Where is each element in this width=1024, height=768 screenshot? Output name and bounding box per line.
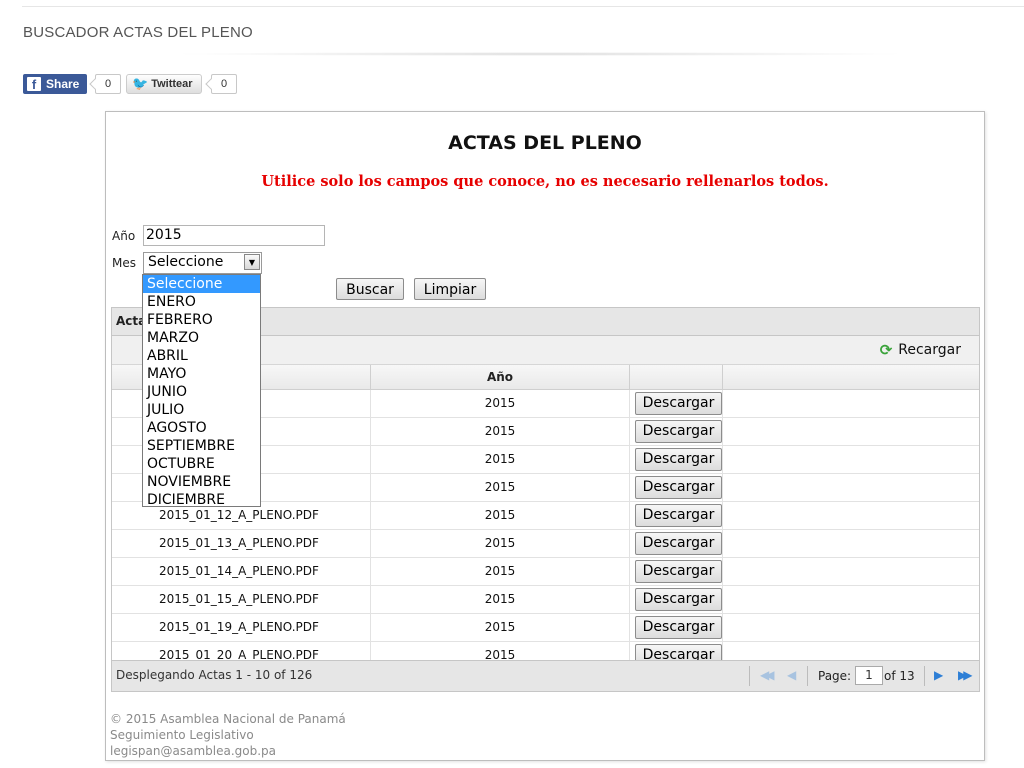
form-title: ACTAS DEL PLENO: [448, 132, 642, 154]
download-button[interactable]: Descargar: [635, 420, 722, 443]
facebook-share-count: 0: [95, 74, 121, 94]
refresh-icon: ⟳: [879, 341, 893, 359]
download-button[interactable]: Descargar: [635, 448, 722, 471]
next-page-icon[interactable]: ▶: [934, 668, 943, 682]
cell-year: 2015: [371, 418, 630, 445]
cell-download: Descargar: [630, 502, 723, 529]
cell-year: 2015: [371, 614, 630, 641]
clear-button[interactable]: Limpiar: [414, 278, 486, 300]
month-option[interactable]: OCTUBRE: [143, 455, 260, 473]
month-option[interactable]: SEPTIEMBRE: [143, 437, 260, 455]
cell-file-name: 2015_01_13_A_PLENO.PDF: [112, 530, 371, 557]
facebook-icon: f: [27, 77, 41, 91]
search-button[interactable]: Buscar: [336, 278, 404, 300]
month-option[interactable]: MARZO: [143, 329, 260, 347]
cell-year: 2015: [371, 390, 630, 417]
reload-button[interactable]: ⟳ Recargar: [880, 341, 961, 359]
twitter-tweet-label: Twittear: [151, 78, 193, 90]
pager-separator: [749, 666, 750, 686]
month-option[interactable]: AGOSTO: [143, 419, 260, 437]
month-option[interactable]: Seleccione: [143, 275, 260, 293]
cell-year: 2015: [371, 446, 630, 473]
footer-copyright: © 2015 Asamblea Nacional de Panamá: [110, 712, 346, 726]
chevron-down-icon[interactable]: ▼: [244, 254, 260, 270]
cell-download: Descargar: [630, 558, 723, 585]
download-button[interactable]: Descargar: [635, 392, 722, 415]
cell-year: 2015: [371, 502, 630, 529]
facebook-share-label: Share: [46, 77, 80, 91]
month-option[interactable]: JULIO: [143, 401, 260, 419]
table-row[interactable]: 2015_01_19_A_PLENO.PDF 2015 Descargar: [112, 614, 979, 642]
cell-file-name: 2015_01_14_A_PLENO.PDF: [112, 558, 371, 585]
twitter-bird-icon: 🐦: [132, 76, 149, 91]
pager-info: Desplegando Actas 1 - 10 of 126: [116, 668, 313, 682]
page-heading: BUSCADOR ACTAS DEL PLENO: [23, 24, 253, 41]
top-divider: [22, 6, 1024, 7]
month-option[interactable]: ENERO: [143, 293, 260, 311]
month-option[interactable]: ABRIL: [143, 347, 260, 365]
month-select-value: Seleccione: [148, 254, 224, 270]
download-button[interactable]: Descargar: [635, 616, 722, 639]
table-row[interactable]: 2015_01_14_A_PLENO.PDF 2015 Descargar: [112, 558, 979, 586]
twitter-tweet-count: 0: [211, 74, 237, 94]
page-number-input[interactable]: 1: [855, 666, 883, 685]
footer: © 2015 Asamblea Nacional de Panamá Segui…: [110, 711, 346, 759]
download-button[interactable]: Descargar: [635, 532, 722, 555]
cell-download: Descargar: [630, 418, 723, 445]
month-select[interactable]: Seleccione ▼: [143, 252, 262, 274]
month-option[interactable]: FEBRERO: [143, 311, 260, 329]
heading-shadow: [170, 52, 910, 56]
table-row[interactable]: 2015_01_15_A_PLENO.PDF 2015 Descargar: [112, 586, 979, 614]
month-option[interactable]: NOVIEMBRE: [143, 473, 260, 491]
month-option[interactable]: MAYO: [143, 365, 260, 383]
month-dropdown-list: Seleccione ENERO FEBRERO MARZO ABRIL MAYO JUNI…: [142, 274, 261, 509]
reload-label: Recargar: [898, 342, 961, 358]
cell-year: 2015: [371, 558, 630, 585]
cell-file-name: 2015_01_15_A_PLENO.PDF: [112, 586, 371, 613]
cell-year: 2015: [371, 586, 630, 613]
cell-year: 2015: [371, 530, 630, 557]
footer-department: Seguimiento Legislativo: [110, 728, 254, 742]
cell-file-name: 2015_01_19_A_PLENO.PDF: [112, 614, 371, 641]
download-button[interactable]: Descargar: [635, 560, 722, 583]
twitter-tweet-button[interactable]: 🐦 Twittear: [126, 74, 202, 94]
cell-year: 2015: [371, 474, 630, 501]
month-option[interactable]: JUNIO: [143, 383, 260, 401]
prev-page-icon[interactable]: ◀: [787, 668, 796, 682]
pager-separator: [807, 666, 808, 686]
page-total: of 13: [884, 669, 915, 683]
year-label: Año: [112, 229, 136, 243]
grid-pager: Desplegando Actas 1 - 10 of 126 ◀◀ ◀ Pag…: [112, 660, 979, 691]
year-input[interactable]: 2015: [143, 225, 325, 246]
cell-download: Descargar: [630, 614, 723, 641]
download-button[interactable]: Descargar: [635, 504, 722, 527]
cell-download: Descargar: [630, 446, 723, 473]
page-label: Page:: [818, 669, 852, 683]
footer-email[interactable]: legispan@asamblea.gob.pa: [110, 743, 346, 759]
table-row[interactable]: 2015_01_13_A_PLENO.PDF 2015 Descargar: [112, 530, 979, 558]
download-button[interactable]: Descargar: [635, 588, 722, 611]
download-button[interactable]: Descargar: [635, 476, 722, 499]
cell-download: Descargar: [630, 530, 723, 557]
column-header-year[interactable]: Año: [371, 365, 630, 389]
first-page-icon[interactable]: ◀◀: [760, 668, 775, 682]
form-notice: Utilice solo los campos que conoce, no e…: [261, 173, 829, 190]
month-label: Mes: [112, 256, 136, 270]
pager-separator: [924, 666, 925, 686]
cell-download: Descargar: [630, 474, 723, 501]
month-option[interactable]: DICIEMBRE: [143, 491, 260, 509]
column-header-action: [630, 365, 723, 389]
cell-download: Descargar: [630, 586, 723, 613]
cell-download: Descargar: [630, 390, 723, 417]
facebook-share-button[interactable]: f Share: [23, 74, 87, 94]
last-page-icon[interactable]: ▶▶: [958, 668, 973, 682]
